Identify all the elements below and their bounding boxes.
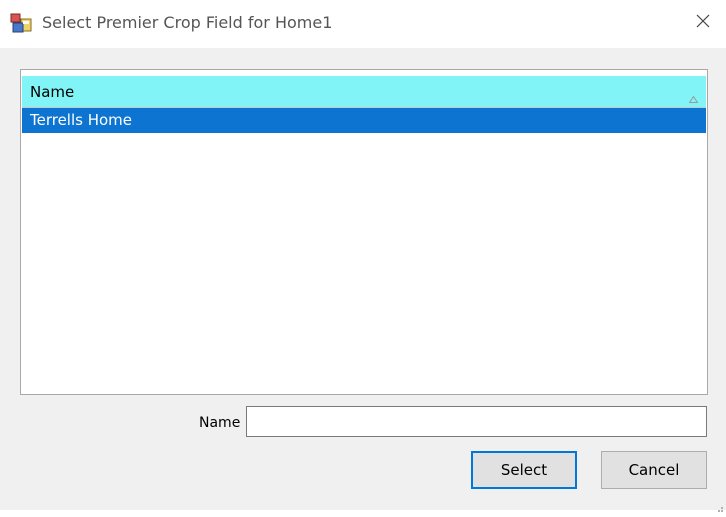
cancel-button[interactable]: Cancel	[601, 451, 707, 489]
name-input[interactable]	[246, 406, 707, 437]
name-label: Name	[199, 415, 241, 431]
column-header-name[interactable]: Name	[22, 76, 706, 108]
field-list[interactable]: Name Terrells Home	[20, 69, 708, 395]
sort-ascending-icon	[688, 88, 699, 103]
list-item[interactable]: Terrells Home	[22, 108, 706, 133]
close-button[interactable]	[680, 0, 726, 44]
select-field-dialog: Select Premier Crop Field for Home1 Name…	[0, 0, 726, 512]
app-window-icon	[10, 13, 32, 33]
resize-grip-icon[interactable]	[714, 498, 724, 512]
close-icon	[696, 13, 710, 32]
list-item-name: Terrells Home	[30, 111, 133, 129]
title-bar: Select Premier Crop Field for Home1	[0, 0, 726, 48]
window-title: Select Premier Crop Field for Home1	[42, 13, 333, 32]
select-button[interactable]: Select	[471, 451, 577, 489]
column-header-label: Name	[30, 83, 75, 101]
